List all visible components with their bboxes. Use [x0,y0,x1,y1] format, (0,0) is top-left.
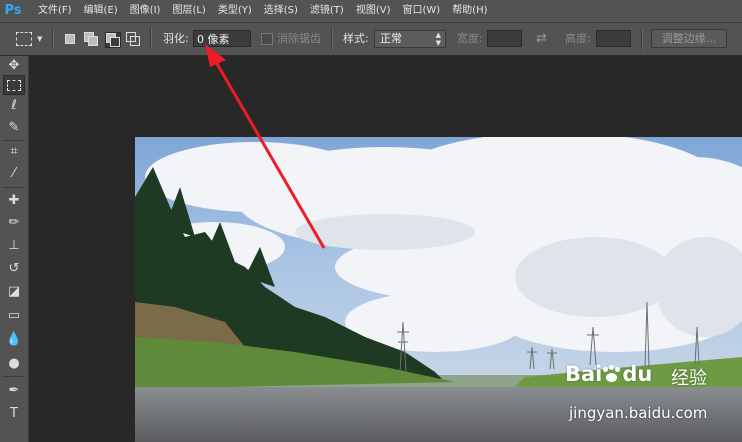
clone-stamp-icon[interactable]: ⊥ [3,236,25,256]
menu-view[interactable]: 视图(V) [356,0,391,22]
style-select-value: 正常 [380,32,402,45]
antialias-label: 消除锯齿 [277,32,321,45]
healing-brush-icon[interactable]: ✚ [3,191,25,211]
blur-icon[interactable]: 💧 [3,330,25,350]
menu-file[interactable]: 文件(F) [38,0,72,22]
crop-icon[interactable]: ⌗ [3,142,25,162]
height-input[interactable] [596,30,631,47]
menu-filter[interactable]: 滤镜(T) [310,0,344,22]
antialias-checkbox[interactable] [261,33,273,45]
brush-icon[interactable]: ✏ [3,213,25,233]
menu-select[interactable]: 选择(S) [264,0,298,22]
menu-items: 文件(F) 编辑(E) 图像(I) 图层(L) 类型(Y) 选择(S) 滤镜(T… [38,0,500,22]
new-selection-button[interactable] [63,32,77,46]
feather-input[interactable]: 0 像素 [193,30,251,47]
menu-edit[interactable]: 编辑(E) [84,0,118,22]
rect-marquee-icon [16,32,32,46]
quick-select-icon[interactable]: ✎ [3,118,25,138]
type-icon[interactable]: T [3,404,25,424]
options-bar: ▼ 羽化: 0 像素 消除锯齿 样式: 正常 ▲ ▼ 宽度: ⇄ 高度: 调整边缘… [0,23,742,56]
baidu-watermark: Bai du 经验 jingyan.baidu.com [565,362,737,432]
photoshop-logo: Ps [4,3,22,18]
gradient-icon[interactable]: ▭ [3,306,25,326]
divider [150,28,152,50]
chevron-down-icon: ▼ [37,35,43,43]
pen-icon[interactable]: ✒ [3,381,25,401]
divider [641,28,643,50]
tool-preset-picker[interactable]: ▼ [6,23,50,55]
menu-help[interactable]: 帮助(H) [452,0,487,22]
menu-image[interactable]: 图像(I) [130,0,161,22]
watermark-brand: Bai du [565,362,653,386]
divider [3,376,25,377]
style-label: 样式: [343,32,369,45]
history-brush-icon[interactable]: ↺ [3,259,25,279]
menu-layer[interactable]: 图层(L) [172,0,205,22]
dodge-icon[interactable]: ● [3,354,25,374]
paw-icon [603,365,621,383]
menu-window[interactable]: 窗口(W) [402,0,440,22]
divider [3,187,25,188]
add-to-selection-button[interactable] [84,32,98,46]
width-input[interactable] [487,30,522,47]
watermark-cn: 经验 [671,368,707,389]
divider [52,28,54,50]
intersect-selection-button[interactable] [126,32,140,46]
divider [3,140,25,141]
menu-type[interactable]: 类型(Y) [218,0,252,22]
menu-bar: Ps 文件(F) 编辑(E) 图像(I) 图层(L) 类型(Y) 选择(S) 滤… [0,0,742,23]
rect-marquee-icon[interactable] [3,75,25,95]
lasso-icon[interactable]: ℓ [3,96,25,116]
move-icon[interactable]: ✥ [3,56,25,76]
select-arrows-icon: ▲ ▼ [435,31,441,47]
refine-edge-button[interactable]: 调整边缘... [651,29,727,48]
eraser-icon[interactable]: ◪ [3,282,25,302]
style-select[interactable]: 正常 ▲ ▼ [374,30,446,48]
watermark-url: jingyan.baidu.com [569,404,708,422]
divider [331,28,333,50]
width-label: 宽度: [457,32,483,45]
subtract-from-selection-button[interactable] [105,32,121,48]
height-label: 高度: [565,32,591,45]
tools-panel: ✥ ℓ ✎ ⌗ ⁄ ✚ ✏ ⊥ ↺ ◪ ▭ 💧 ● ✒ T [0,56,29,442]
eyedropper-icon[interactable]: ⁄ [3,164,25,184]
swap-icon[interactable]: ⇄ [536,31,547,46]
feather-label: 羽化: [163,32,189,45]
